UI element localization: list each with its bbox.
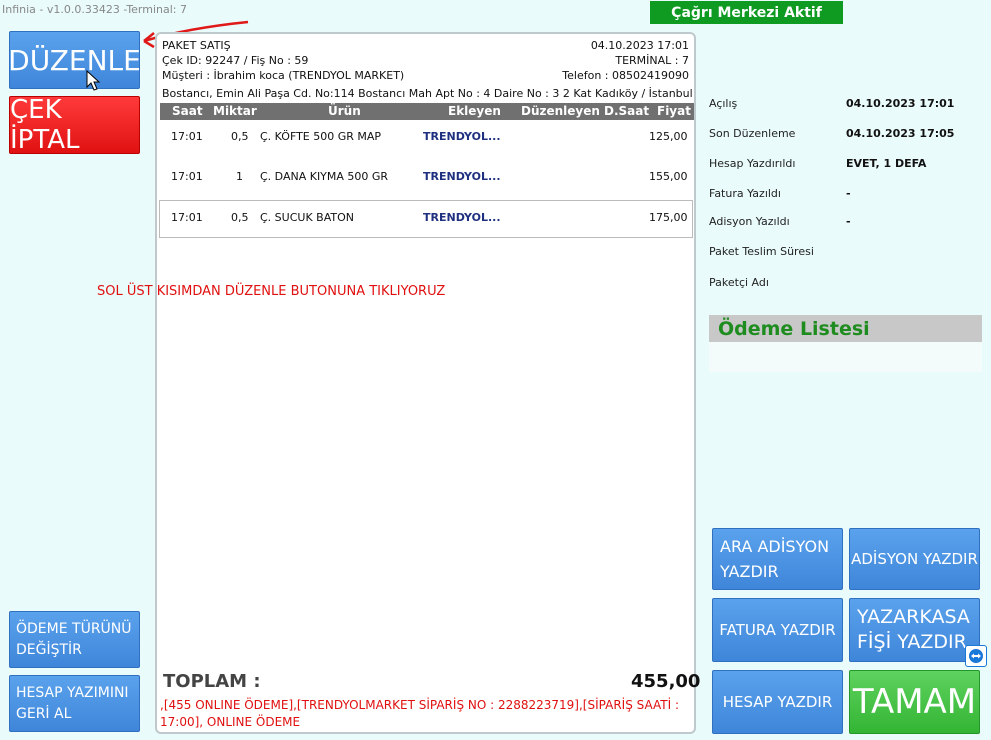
bill-print-button[interactable]: HESAP YAZDIR: [712, 670, 843, 734]
col-added-by: Ekleyen: [448, 104, 501, 118]
ok-button[interactable]: TAMAM: [849, 670, 980, 734]
col-price: Fiyat: [657, 104, 691, 118]
table-row[interactable]: 17:01 1 Ç. DANA KIYMA 500 GR TRENDYOL...…: [159, 160, 693, 198]
item-added-by: TRENDYOL...: [423, 170, 501, 183]
window-title: Infinia - v1.0.0.33423 -Terminal: 7: [2, 3, 188, 16]
item-quantity: 0,5: [231, 211, 249, 224]
ok-button-label: TAMAM: [852, 682, 977, 722]
cash-register-receipt-button[interactable]: YAZARKASA FİŞİ YAZDIR: [849, 598, 980, 662]
change-payment-type-button[interactable]: ÖDEME TÜRÜNÜ DEĞİŞTİR: [9, 611, 140, 668]
item-time: 17:01: [171, 170, 203, 183]
last-edit-label: Son Düzenleme: [709, 127, 796, 140]
bill-print-label: HESAP YAZDIR: [722, 693, 833, 711]
invoice-print-button[interactable]: FATURA YAZDIR: [712, 598, 843, 662]
col-quantity: Miktar: [213, 104, 257, 118]
undo-bill-print-button[interactable]: HESAP YAZIMINI GERİ AL: [9, 675, 140, 732]
undo-bill-print-label-1: HESAP YAZIMINI: [16, 684, 129, 701]
undo-bill-print-label-2: GERİ AL: [16, 705, 72, 722]
invoice-print-label: FATURA YAZDIR: [719, 621, 836, 639]
item-product: Ç. KÖFTE 500 GR MAP: [260, 130, 382, 143]
tutorial-annotation: SOL ÜST KISIMDAN DÜZENLE BUTONUNA TIKLIY…: [97, 284, 446, 299]
cash-register-label-1: YAZARKASA: [857, 606, 970, 628]
terminal-info: TERMİNAL : 7: [615, 54, 689, 67]
total-value: 455,00: [631, 671, 701, 692]
opening-value: 04.10.2023 17:01: [846, 97, 955, 110]
adisyon-print-label: ADİSYON YAZDIR: [851, 550, 978, 568]
item-added-by: TRENDYOL...: [423, 211, 501, 224]
customer-info: Müşteri : İbrahim koca (TRENDYOL MARKET): [162, 69, 405, 82]
cancel-check-button[interactable]: ÇEK İPTAL: [9, 95, 140, 155]
call-center-status: Çağrı Merkezi Aktif: [650, 1, 843, 24]
invoice-printed-label: Fatura Yazıldı: [709, 187, 781, 200]
item-product: Ç. SUCUK BATON: [260, 211, 354, 224]
bill-printed-label: Hesap Yazdırıldı: [709, 157, 796, 170]
col-edit-time: D.Saat: [604, 104, 650, 118]
adisyon-print-button[interactable]: ADİSYON YAZDIR: [849, 528, 980, 590]
cancel-check-label: ÇEK İPTAL: [10, 95, 80, 155]
remote-support-icon[interactable]: [965, 645, 987, 667]
adisyon-printed-value: -: [846, 215, 851, 228]
order-type: PAKET SATIŞ: [162, 39, 231, 52]
items-table-header: Saat Miktar Ürün Ekleyen Düzenleyen D.Sa…: [160, 103, 694, 120]
item-time: 17:01: [171, 130, 203, 143]
order-datetime: 04.10.2023 17:01: [590, 39, 689, 52]
invoice-printed-value: -: [846, 187, 851, 200]
item-added-by: TRENDYOL...: [423, 130, 501, 143]
col-product: Ürün: [328, 104, 361, 118]
item-price: 175,00: [649, 211, 688, 224]
edit-button-label: DÜZENLE: [8, 43, 141, 77]
opening-label: Açılış: [709, 97, 738, 110]
edit-button[interactable]: DÜZENLE: [8, 31, 141, 89]
interim-adisyon-label-1: ARA ADİSYON: [720, 537, 830, 556]
item-quantity: 1: [236, 170, 243, 183]
adisyon-printed-label: Adisyon Yazıldı: [709, 215, 790, 228]
col-edited-by: Düzenleyen: [521, 104, 600, 118]
receipt-panel: PAKET SATIŞ 04.10.2023 17:01 Çek ID: 922…: [155, 32, 700, 734]
item-quantity: 0,5: [231, 130, 249, 143]
mouse-cursor-icon: [86, 70, 101, 91]
courier-name-label: Paketçi Adı: [709, 276, 769, 289]
table-row[interactable]: 17:01 0,5 Ç. SUCUK BATON TRENDYOL... 175…: [159, 200, 693, 238]
order-note: ,[455 ONLINE ÖDEME],[TRENDYOLMARKET SİPA…: [160, 698, 680, 729]
col-time: Saat: [172, 104, 203, 118]
change-payment-type-label-2: DEĞİŞTİR: [16, 641, 82, 658]
item-time: 17:01: [171, 211, 203, 224]
customer-address: Bostancı, Emin Ali Paşa Cd. No:114 Bosta…: [162, 87, 693, 100]
payment-list-header: Ödeme Listesi: [709, 315, 982, 342]
customer-phone: Telefon : 08502419090: [562, 69, 689, 82]
table-row[interactable]: 17:01 0,5 Ç. KÖFTE 500 GR MAP TRENDYOL..…: [159, 120, 693, 158]
payment-list: [709, 342, 982, 372]
item-product: Ç. DANA KIYMA 500 GR: [260, 170, 389, 183]
change-payment-type-label-1: ÖDEME TÜRÜNÜ: [16, 620, 132, 637]
interim-adisyon-label-2: YAZDIR: [720, 562, 779, 581]
last-edit-value: 04.10.2023 17:05: [846, 127, 955, 140]
bill-printed-value: EVET, 1 DEFA: [846, 157, 927, 170]
item-price: 125,00: [649, 130, 688, 143]
total-label: TOPLAM :: [163, 671, 261, 692]
delivery-time-label: Paket Teslim Süresi: [709, 245, 814, 258]
item-price: 155,00: [649, 170, 688, 183]
cash-register-label-2: FİŞİ YAZDIR: [857, 631, 967, 653]
interim-adisyon-print-button[interactable]: ARA ADİSYON YAZDIR: [712, 528, 843, 590]
check-info: Çek ID: 92247 / Fiş No : 59: [162, 54, 309, 67]
